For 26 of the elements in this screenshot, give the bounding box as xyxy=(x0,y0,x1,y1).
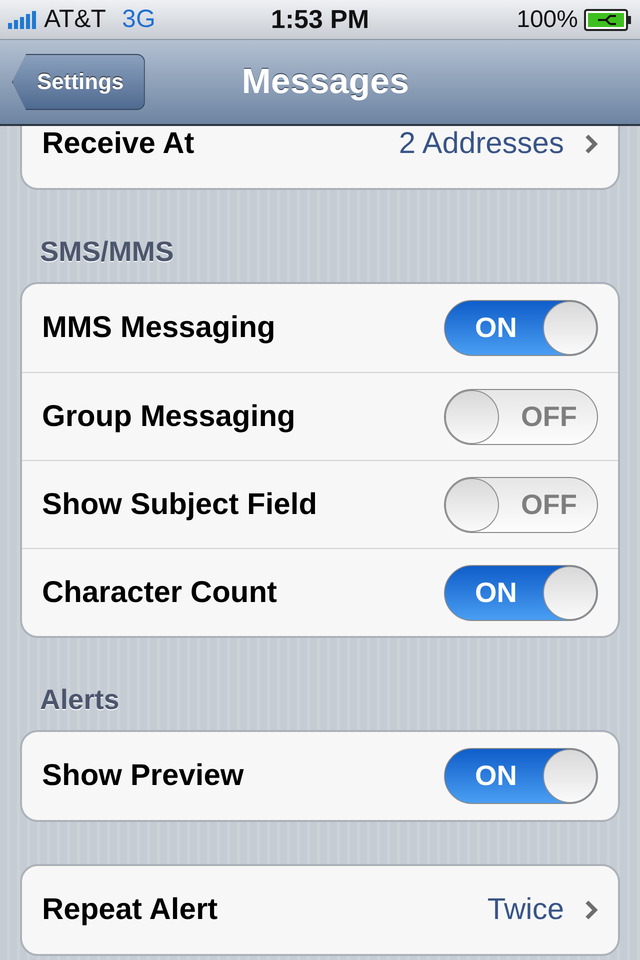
nav-title: Messages xyxy=(240,62,410,102)
row-value: 2 Addresses xyxy=(398,127,564,161)
toggle-switch[interactable]: ON xyxy=(444,300,598,356)
battery-icon xyxy=(584,8,632,30)
row-label: Show Subject Field xyxy=(42,488,318,522)
row-label: Show Preview xyxy=(42,759,245,793)
row-label: Receive At xyxy=(42,127,196,161)
section-header: SMS/MMS xyxy=(39,235,175,269)
carrier-label: AT&T xyxy=(44,5,106,34)
signal-icon xyxy=(8,10,38,28)
row-label: Repeat Alert xyxy=(42,893,219,927)
row-value: Twice xyxy=(487,893,564,927)
row-label: Group Messaging xyxy=(42,400,296,434)
network-label: 3G xyxy=(122,5,156,34)
battery-percent: 100% xyxy=(516,6,578,34)
row-label: Character Count xyxy=(42,576,278,610)
toggle-switch[interactable]: OFF xyxy=(444,476,598,532)
chevron-icon xyxy=(584,899,598,921)
row-label: MMS Messaging xyxy=(42,311,276,345)
toggle-switch[interactable]: ON xyxy=(444,564,598,620)
clock: 1:53 PM xyxy=(270,4,370,35)
toggle-switch[interactable]: OFF xyxy=(444,388,598,444)
toggle-switch[interactable]: ON xyxy=(444,748,598,804)
chevron-icon xyxy=(584,133,598,155)
back-button[interactable]: Settings xyxy=(12,54,145,110)
section-header: Alerts xyxy=(39,683,120,717)
